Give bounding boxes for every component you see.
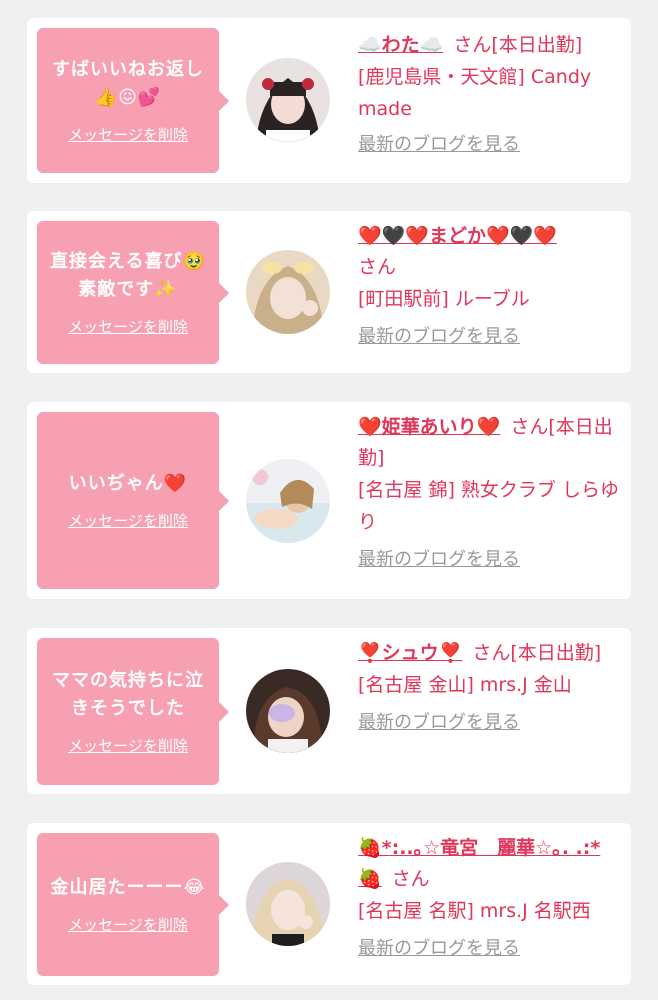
- message-text: 金山居たーーー😂: [50, 877, 206, 898]
- cast-info: ❤️姫華あいり❤️ さん[本日出勤] [名古屋 錦] 熟女クラブ しらゆり 最新の…: [358, 412, 620, 572]
- delete-message-link[interactable]: メッセージを削除: [68, 914, 188, 935]
- honorific: さん: [453, 34, 492, 56]
- honorific: さん: [358, 256, 397, 278]
- message-text: いいぢゃん❤️: [68, 473, 188, 494]
- shop-name: [名古屋 名駅] mrs.J 名駅西: [358, 900, 591, 922]
- latest-blog-link[interactable]: 最新のブログを見る: [358, 711, 520, 735]
- message-list: すばいいねお返し👍😖💕 メッセージを削除 ☁️わた☁️ さん[本日出勤] [鹿児島…: [0, 0, 658, 1000]
- delete-message-link[interactable]: メッセージを削除: [68, 124, 188, 145]
- message-bubble: いいぢゃん❤️ メッセージを削除: [37, 412, 229, 589]
- delete-message-link[interactable]: メッセージを削除: [68, 316, 188, 337]
- attendance-status: [本日出勤]: [491, 34, 583, 56]
- cast-info: ☁️わた☁️ さん[本日出勤] [鹿児島県・天文館] Candy made 最新の…: [358, 30, 620, 157]
- avatar[interactable]: [246, 862, 330, 946]
- avatar[interactable]: [246, 58, 330, 142]
- message-bubble: ママの気持ちに泣きそうでした メッセージを削除: [37, 638, 229, 785]
- list-item: いいぢゃん❤️ メッセージを削除 ❤️姫華あいり❤️ さん[本日出勤] [名古屋 …: [27, 402, 631, 599]
- cast-info: 🍓*:..｡☆竜宮 麗華☆｡. .:*🍓 さん [名古屋 名駅] mrs.J 名駅…: [358, 833, 620, 961]
- delete-message-link[interactable]: メッセージを削除: [68, 510, 188, 531]
- cast-name-link[interactable]: ❣️シュウ❣️: [358, 642, 462, 664]
- cast-info: ❤️🖤❤️まどか❤️🖤❤️ さん [町田駅前] ルーブル 最新のブログを見る: [358, 221, 620, 349]
- message-text: ママの気持ちに泣きそうでした: [52, 670, 204, 719]
- avatar[interactable]: [246, 459, 330, 543]
- attendance-status: [本日出勤]: [510, 642, 602, 664]
- message-bubble: 金山居たーーー😂 メッセージを削除: [37, 833, 229, 976]
- list-item: すばいいねお返し👍😖💕 メッセージを削除 ☁️わた☁️ さん[本日出勤] [鹿児島…: [27, 18, 631, 183]
- message-text: すばいいねお返し👍😖💕: [52, 59, 204, 108]
- list-item: 金山居たーーー😂 メッセージを削除 🍓*:..｡☆竜宮 麗華☆｡. .:*🍓 さん…: [27, 823, 631, 985]
- shop-name: [町田駅前] ルーブル: [358, 288, 530, 310]
- message-bubble: すばいいねお返し👍😖💕 メッセージを削除: [37, 28, 229, 173]
- honorific: さん: [391, 868, 430, 890]
- list-item: 直接会える喜び🥹素敵です✨ メッセージを削除 ❤️🖤❤️まどか❤️🖤❤️ さん …: [27, 211, 631, 373]
- cast-name-link[interactable]: ❤️🖤❤️まどか❤️🖤❤️: [358, 225, 557, 247]
- message-bubble: 直接会える喜び🥹素敵です✨ メッセージを削除: [37, 221, 229, 364]
- latest-blog-link[interactable]: 最新のブログを見る: [358, 937, 520, 961]
- shop-name: [名古屋 金山] mrs.J 金山: [358, 674, 572, 696]
- avatar[interactable]: [246, 669, 330, 753]
- list-item: ママの気持ちに泣きそうでした メッセージを削除 ❣️シュウ❣️ さん[本日出勤] …: [27, 628, 631, 794]
- shop-name: [鹿児島県・天文館] Candy made: [358, 66, 592, 120]
- shop-name: [名古屋 錦] 熟女クラブ しらゆり: [358, 479, 619, 533]
- latest-blog-link[interactable]: 最新のブログを見る: [358, 133, 520, 157]
- delete-message-link[interactable]: メッセージを削除: [68, 735, 188, 756]
- cast-name-link[interactable]: ❤️姫華あいり❤️: [358, 416, 500, 438]
- avatar[interactable]: [246, 250, 330, 334]
- latest-blog-link[interactable]: 最新のブログを見る: [358, 325, 520, 349]
- honorific: さん: [510, 416, 549, 438]
- latest-blog-link[interactable]: 最新のブログを見る: [358, 548, 520, 572]
- honorific: さん: [472, 642, 511, 664]
- cast-info: ❣️シュウ❣️ さん[本日出勤] [名古屋 金山] mrs.J 金山 最新のブログ…: [358, 638, 620, 735]
- message-text: 直接会える喜び🥹素敵です✨: [50, 251, 206, 300]
- cast-name-link[interactable]: ☁️わた☁️: [358, 34, 443, 56]
